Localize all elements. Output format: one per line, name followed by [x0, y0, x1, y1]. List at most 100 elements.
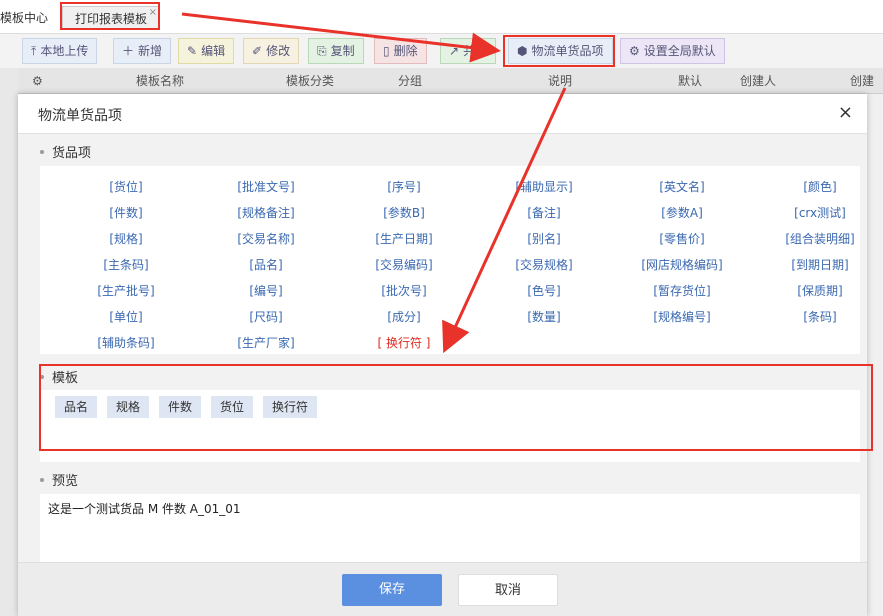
column-header[interactable]: 创建人 [740, 68, 776, 94]
goods-field-item[interactable]: [组合装明细] [760, 230, 880, 247]
template-section-label: 模板 [40, 367, 78, 386]
cargo-items-label: 物流单货品项 [531, 44, 604, 58]
goods-field-item[interactable]: [货位] [66, 178, 186, 195]
goods-field-item[interactable]: [尺码] [206, 308, 326, 325]
goods-field-item[interactable]: [参数B] [344, 204, 464, 221]
goods-field-item[interactable]: [编号] [206, 282, 326, 299]
goods-field-item[interactable]: [单位] [66, 308, 186, 325]
goods-field-item[interactable]: [网店规格编码] [622, 256, 742, 273]
column-header[interactable]: 创建时 [850, 68, 883, 114]
copy-label: 复制 [330, 44, 355, 58]
dialog-footer: 保存 取消 [18, 562, 867, 616]
goods-field-item[interactable]: [保质期] [760, 282, 880, 299]
goods-field-item[interactable]: [件数] [66, 204, 186, 221]
copy-button[interactable]: ⎘ 复制 [308, 38, 364, 64]
column-header[interactable]: 分组 [398, 68, 422, 94]
table-header: ⚙ 模板名称 模板分类 分组 说明 默认 创建人 创建时 [18, 68, 883, 114]
edit-label: 编辑 [201, 44, 226, 58]
toolbar: ⤒ 本地上传 ＋新增 ✎ 编辑 ✐ 修改 ⎘ 复制 ▯ 删除 ↗ 共享 ⬢ 物流单货品项 ⚙ 设… [0, 34, 883, 68]
template-chip[interactable]: 件数 [159, 396, 202, 418]
column-header[interactable]: 模板分类 [286, 68, 334, 94]
goods-field-item[interactable]: [交易编码] [344, 256, 464, 273]
dialog-header: 物流单货品项 × [18, 94, 867, 134]
goods-field-item[interactable]: [生产厂家] [206, 334, 326, 351]
modify-button[interactable]: ✐ 修改 [243, 38, 300, 64]
template-chip[interactable]: 规格 [107, 396, 150, 418]
settings-icon: ⚙ [629, 44, 640, 58]
delete-button[interactable]: ▯ 删除 [374, 38, 427, 64]
goods-field-item[interactable]: [crx测试] [760, 204, 880, 221]
goods-field-item[interactable]: [颜色] [760, 178, 880, 195]
global-default-button[interactable]: ⚙ 设置全局默认 [620, 38, 725, 64]
goods-field-item[interactable]: [辅助条码] [66, 334, 186, 351]
goods-field-item[interactable]: [色号] [484, 282, 604, 299]
upload-label: 本地上传 [40, 44, 89, 58]
goods-label-text: 货品项 [52, 146, 92, 161]
template-chip[interactable]: 换行符 [263, 396, 318, 418]
upload-icon: ⤒ [31, 44, 37, 58]
preview-section-label: 预览 [40, 470, 78, 489]
goods-field-item[interactable]: [到期日期] [760, 256, 880, 273]
goods-field-item[interactable]: [ 换行符 ] [344, 334, 464, 351]
cubes-icon: ⬢ [517, 44, 528, 58]
tab-close-icon[interactable]: × [149, 1, 157, 25]
goods-field-item[interactable]: [品名] [206, 256, 326, 273]
template-chip[interactable]: 货位 [211, 396, 254, 418]
tab-print-report-template[interactable]: 打印报表模板 × [62, 6, 161, 30]
goods-field-item[interactable]: [批次号] [344, 282, 464, 299]
goods-field-item[interactable]: [生产日期] [344, 230, 464, 247]
modify-label: 修改 [266, 44, 291, 58]
goods-field-item[interactable]: [序号] [344, 178, 464, 195]
goods-field-item[interactable]: [主条码] [66, 256, 186, 273]
goods-field-item[interactable]: [规格编号] [622, 308, 742, 325]
goods-field-item[interactable]: [批准文号] [206, 178, 326, 195]
share-icon: ↗ [449, 44, 460, 58]
gear-icon[interactable]: ⚙ [32, 68, 43, 94]
column-header[interactable]: 默认 [678, 68, 702, 94]
preview-text: 这是一个测试货品 M 件数 A_01_01 [48, 502, 241, 516]
goods-field-item[interactable]: [零售价] [622, 230, 742, 247]
column-header[interactable]: 模板名称 [136, 68, 184, 94]
goods-field-item[interactable]: [英文名] [622, 178, 742, 195]
bullet-icon [40, 375, 44, 379]
bullet-icon [40, 150, 44, 154]
goods-field-item[interactable]: [成分] [344, 308, 464, 325]
goods-field-item[interactable]: [规格] [66, 230, 186, 247]
tab-bar: 模板中心 打印报表模板 × [0, 0, 883, 34]
share-button[interactable]: ↗ 共享 [440, 38, 497, 64]
upload-button[interactable]: ⤒ 本地上传 [22, 38, 98, 64]
add-button[interactable]: ＋新增 [113, 38, 172, 64]
edit-icon: ✐ [252, 44, 263, 58]
edit-button[interactable]: ✎ 编辑 [178, 38, 235, 64]
cancel-button[interactable]: 取消 [458, 574, 558, 606]
left-sidebar-edge [0, 68, 18, 616]
preview-label-text: 预览 [52, 474, 79, 489]
global-default-label: 设置全局默认 [643, 44, 716, 58]
cargo-items-button[interactable]: ⬢ 物流单货品项 [508, 38, 613, 64]
close-icon[interactable]: × [838, 102, 853, 123]
goods-section-label: 货品项 [40, 142, 91, 161]
pencil-icon: ✎ [187, 44, 198, 58]
tab-template-center[interactable]: 模板中心 [0, 6, 48, 30]
goods-field-item[interactable]: [规格备注] [206, 204, 326, 221]
goods-field-item[interactable]: [别名] [484, 230, 604, 247]
dialog-title: 物流单货品项 [38, 108, 122, 124]
add-label: 新增 [138, 44, 163, 58]
goods-field-item[interactable]: [备注] [484, 204, 604, 221]
goods-field-item[interactable]: [辅助显示] [484, 178, 604, 195]
goods-field-item[interactable]: [参数A] [622, 204, 742, 221]
goods-field-item[interactable]: [交易名称] [206, 230, 326, 247]
cargo-items-dialog: 物流单货品项 × 货品项 [货位] [批准文号] [序号] [辅助显示] [英文名] [颜… [18, 94, 867, 616]
share-label: 共享 [463, 44, 488, 58]
save-button[interactable]: 保存 [342, 574, 442, 606]
template-chip[interactable]: 品名 [55, 396, 98, 418]
goods-field-item[interactable]: [暂存货位] [622, 282, 742, 299]
goods-field-item[interactable]: [生产批号] [66, 282, 186, 299]
goods-field-item[interactable]: [条码] [760, 308, 880, 325]
template-label-text: 模板 [52, 371, 79, 386]
goods-field-item[interactable]: [数量] [484, 308, 604, 325]
column-header[interactable]: 说明 [548, 68, 572, 94]
goods-field-item[interactable]: [交易规格] [484, 256, 604, 273]
goods-fields-panel: [货位] [批准文号] [序号] [辅助显示] [英文名] [颜色] [件数] [规格备注][… [40, 166, 860, 354]
plus-icon: ＋ [122, 44, 135, 58]
